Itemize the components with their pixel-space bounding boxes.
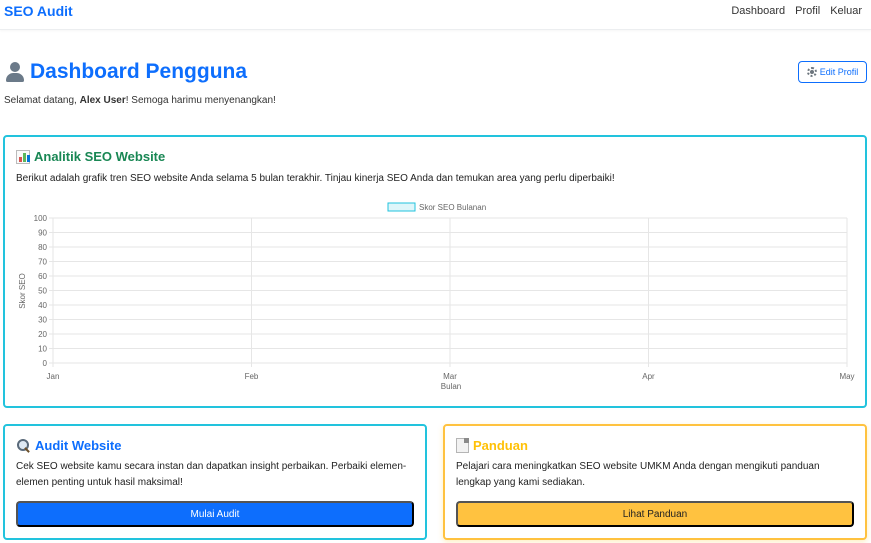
nav-links: Dashboard Profil Keluar	[731, 5, 862, 17]
analytics-title-text: Analitik SEO Website	[34, 149, 166, 164]
edit-profile-label: Edit Profil	[819, 67, 859, 77]
x-tick-label: Feb	[245, 372, 259, 381]
guide-title-text: Panduan	[473, 438, 528, 453]
nav-link-profil[interactable]: Profil	[795, 5, 820, 17]
y-tick-label: 10	[38, 345, 47, 354]
welcome-suffix: ! Semoga harimu menyenangkan!	[125, 95, 276, 106]
analytics-title: Analitik SEO Website	[16, 149, 165, 164]
legend-label: Skor SEO Bulanan	[419, 203, 486, 212]
bar-chart-icon	[16, 149, 30, 164]
y-tick-label: 20	[38, 330, 47, 339]
guide-description: Pelajari cara meningkatkan SEO website U…	[456, 461, 820, 488]
x-tick-label: Mar	[443, 372, 457, 381]
page-title: Dashboard Pengguna	[4, 60, 247, 84]
y-tick-label: 40	[38, 301, 47, 310]
page-title-text: Dashboard Pengguna	[30, 60, 248, 83]
y-tick-label: 30	[38, 316, 47, 325]
nav-link-keluar[interactable]: Keluar	[830, 5, 862, 17]
y-axis-label: Skor SEO	[18, 273, 27, 309]
guide-card: Panduan Pelajari cara meningkatkan SEO w…	[443, 424, 867, 540]
start-audit-button[interactable]: Mulai Audit	[16, 501, 414, 527]
nav-link-dashboard[interactable]: Dashboard	[731, 5, 785, 17]
audit-title-text: Audit Website	[35, 438, 122, 453]
analytics-description: Berikut adalah grafik tren SEO website A…	[16, 173, 615, 184]
analytics-card: Analitik SEO Website Berikut adalah graf…	[3, 135, 867, 408]
seo-line-chart: 0 10 20 30 40 50 60 70 80 90 100 Jan Feb Mar Apr May Sk…	[18, 202, 855, 391]
gear-icon	[806, 67, 817, 77]
welcome-message: Selamat datang, Alex User! Semoga harimu…	[4, 95, 276, 106]
user-icon	[4, 61, 26, 83]
audit-card: Audit Website Cek SEO website kamu secar…	[3, 424, 427, 540]
x-tick-label: May	[839, 372, 854, 381]
top-navbar: SEO Audit Dashboard Profil Keluar	[0, 0, 871, 30]
brand-link[interactable]: SEO Audit	[4, 3, 73, 19]
y-tick-label: 70	[38, 258, 47, 267]
y-tick-label: 60	[38, 272, 47, 281]
guide-title: Panduan	[456, 438, 528, 453]
x-axis-label: Bulan	[441, 382, 461, 391]
legend-swatch[interactable]	[387, 202, 416, 212]
x-tick-label: Apr	[642, 372, 655, 381]
y-tick-label: 100	[34, 214, 48, 223]
y-tick-label: 0	[43, 359, 48, 368]
user-name: Alex User	[79, 95, 126, 106]
edit-profile-button[interactable]: Edit Profil	[798, 61, 867, 83]
x-tick-label: Jan	[47, 372, 60, 381]
view-guide-button[interactable]: Lihat Panduan	[456, 501, 854, 527]
y-tick-label: 90	[38, 229, 47, 238]
search-icon	[16, 438, 31, 453]
y-tick-label: 80	[38, 243, 47, 252]
y-tick-label: 50	[38, 287, 47, 296]
welcome-prefix: Selamat datang,	[4, 95, 80, 106]
document-icon	[456, 438, 469, 453]
audit-title: Audit Website	[16, 438, 121, 453]
audit-description: Cek SEO website kamu secara instan dan d…	[16, 461, 407, 488]
